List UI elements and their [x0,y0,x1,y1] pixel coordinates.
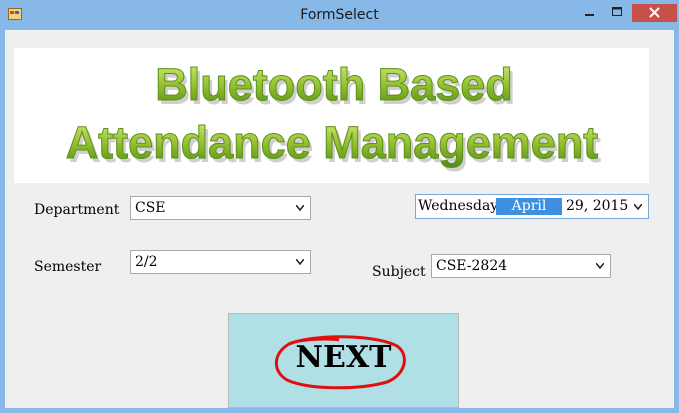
date-month[interactable]: April [496,198,562,215]
minimize-button[interactable] [576,4,602,22]
banner-title: Bluetooth Based Bluetooth Based Attendan… [65,59,601,173]
next-button-label: NEXT [295,340,392,375]
department-label: Department [34,202,120,218]
date-day-year: 29, 2015 [566,198,629,214]
title-bar[interactable]: FormSelect [0,0,679,30]
chevron-down-icon [296,205,304,211]
semester-value: 2/2 [135,254,158,270]
chevron-down-icon [596,263,604,269]
next-button[interactable]: NEXT [228,313,459,408]
date-picker[interactable]: Wednesday, April 29, 2015 [415,194,649,219]
department-value: CSE [135,200,166,216]
close-button[interactable] [632,4,677,22]
subject-label: Subject [372,264,426,280]
banner-line1: Bluetooth Based [155,59,513,110]
minimize-icon [585,14,594,16]
department-select[interactable]: CSE [130,196,311,220]
chevron-down-icon[interactable] [634,204,642,210]
maximize-button[interactable] [604,4,630,22]
semester-label: Semester [34,259,102,275]
date-weekday: Wednesday, [418,198,501,214]
close-icon [649,7,660,18]
maximize-icon [612,7,622,16]
form-client-area: Bluetooth Based Bluetooth Based Attendan… [5,30,674,408]
subject-value: CSE-2824 [436,258,508,274]
banner: Bluetooth Based Bluetooth Based Attendan… [14,48,649,183]
subject-select[interactable]: CSE-2824 [431,254,611,278]
chevron-down-icon [296,259,304,265]
app-window: FormSelect Bluetooth Based Bluetooth Bas… [0,0,679,413]
semester-select[interactable]: 2/2 [130,250,311,274]
banner-line2: Attendance Management [66,117,599,168]
